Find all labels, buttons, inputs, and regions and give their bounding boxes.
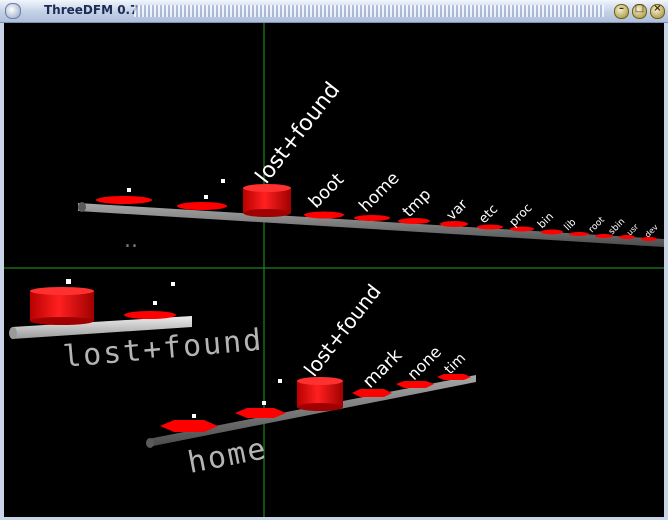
lostfound-dot-2 — [153, 301, 157, 305]
home-dot-1 — [192, 414, 196, 418]
root-node-selected-cylinder[interactable] — [243, 184, 291, 217]
root-label-10[interactable]: sbin — [607, 217, 627, 237]
minimize-button[interactable]: – — [614, 3, 629, 19]
lostfound-dot-3 — [171, 282, 175, 286]
home-dot-2 — [262, 401, 266, 405]
app-window: ThreeDFM 0.7 – □ × lost+found boot home … — [0, 0, 668, 520]
root-rail-end — [78, 202, 86, 212]
root-node-8[interactable] — [477, 224, 503, 230]
lostfound-directory-group[interactable]: lost+found — [9, 279, 265, 375]
home-rail-end — [146, 438, 154, 448]
root-node-1[interactable] — [96, 196, 152, 204]
root-label-2[interactable]: home — [355, 168, 403, 216]
root-node-5[interactable] — [354, 215, 390, 221]
root-label-7[interactable]: bin — [535, 210, 556, 231]
root-dot-3 — [221, 179, 225, 183]
minimize-icon: – — [619, 3, 624, 14]
root-label-1[interactable]: boot — [305, 169, 348, 212]
title-grip — [134, 5, 604, 17]
title-bar[interactable]: ThreeDFM 0.7 – □ × — [0, 0, 668, 23]
root-label-3[interactable]: tmp — [398, 185, 434, 221]
root-dot-2 — [204, 195, 208, 199]
root-label-12[interactable]: dev — [643, 222, 660, 239]
lostfound-node-cylinder[interactable] — [30, 287, 94, 325]
root-label-9[interactable]: root — [587, 215, 607, 235]
home-dir-label[interactable]: home — [185, 431, 270, 481]
root-node-4[interactable] — [304, 211, 344, 219]
lostfound-node-2[interactable] — [124, 311, 176, 319]
root-node-6[interactable] — [398, 218, 430, 224]
home-directory-group[interactable]: lost+found mark none tim home — [146, 280, 476, 481]
lostfound-dot-1 — [66, 279, 71, 284]
root-label-8[interactable]: lib — [562, 217, 578, 233]
3d-viewport[interactable]: lost+found boot home tmp var etc proc bi… — [4, 23, 664, 517]
root-label-5[interactable]: etc — [476, 202, 501, 227]
lostfound-rail-end — [9, 327, 17, 339]
close-icon: × — [653, 3, 662, 14]
root-label-6[interactable]: proc — [506, 201, 534, 229]
root-dot-1 — [127, 188, 131, 192]
root-label-4[interactable]: var — [444, 196, 471, 223]
maximize-button[interactable]: □ — [632, 3, 647, 19]
home-node-selected-cylinder[interactable] — [297, 377, 343, 411]
scene-canvas[interactable]: lost+found boot home tmp var etc proc bi… — [4, 23, 664, 517]
close-button[interactable]: × — [650, 3, 665, 19]
parent-dir-marker[interactable]: .. — [124, 228, 138, 253]
home-child-label-3[interactable]: tim — [442, 350, 470, 378]
window-menu-icon[interactable] — [5, 3, 21, 19]
window-title: ThreeDFM 0.7 — [44, 3, 139, 17]
root-node-2[interactable] — [177, 202, 227, 210]
root-node-11[interactable] — [569, 232, 589, 236]
root-directory-group[interactable]: lost+found boot home tmp var etc proc bi… — [78, 78, 664, 253]
maximize-icon: □ — [634, 3, 645, 14]
home-dot-3 — [278, 379, 282, 383]
